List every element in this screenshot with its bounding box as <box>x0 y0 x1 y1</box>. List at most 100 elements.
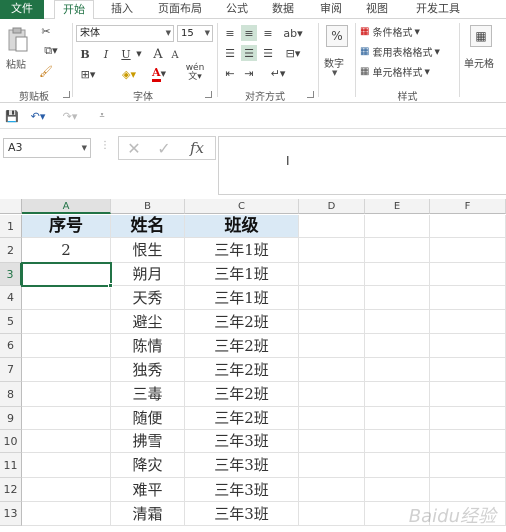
cell-f3[interactable] <box>430 263 506 286</box>
cell-f9[interactable] <box>430 407 506 430</box>
cell-c12[interactable]: 三年3班 <box>185 478 299 502</box>
italic-button[interactable]: I <box>98 45 114 63</box>
cell-d3[interactable] <box>299 263 365 286</box>
save-icon[interactable]: 💾 <box>4 108 20 124</box>
fill-color-icon[interactable]: ◈▾ <box>116 65 142 83</box>
cell-e4[interactable] <box>365 286 430 310</box>
cell-b8[interactable]: 三毒 <box>111 382 185 407</box>
number-group-label[interactable]: 数字 <box>324 55 344 70</box>
cell-f8[interactable] <box>430 382 506 407</box>
cell-d6[interactable] <box>299 334 365 358</box>
row-header-9[interactable]: 9 <box>0 407 22 430</box>
cell-f5[interactable] <box>430 310 506 334</box>
cell-c5[interactable]: 三年2班 <box>185 310 299 334</box>
bold-button[interactable]: B <box>76 45 94 63</box>
merge-cells-icon[interactable]: ⊟▾ <box>282 45 304 61</box>
tab-view[interactable]: 视图 <box>360 0 394 19</box>
font-color-button[interactable]: A ▼ <box>146 65 172 83</box>
chevron-down-icon[interactable]: ▼ <box>134 45 144 63</box>
cells-group-button[interactable]: 单元格 <box>464 55 494 70</box>
cell-d13[interactable] <box>299 502 365 526</box>
underline-button[interactable]: U <box>118 45 134 63</box>
cut-icon[interactable]: ✂ <box>38 23 54 39</box>
cell-a13[interactable] <box>22 502 111 526</box>
select-all-button[interactable] <box>0 199 22 214</box>
cell-e8[interactable] <box>365 382 430 407</box>
cell-f12[interactable] <box>430 478 506 502</box>
number-format-button[interactable]: % <box>326 25 348 47</box>
cell-f11[interactable] <box>430 453 506 478</box>
cell-d12[interactable] <box>299 478 365 502</box>
cell-e7[interactable] <box>365 358 430 382</box>
align-bottom-icon[interactable]: ≡ <box>260 25 276 41</box>
cell-e11[interactable] <box>365 453 430 478</box>
cell-a11[interactable] <box>22 453 111 478</box>
cell-b9[interactable]: 随便 <box>111 407 185 430</box>
tab-insert[interactable]: 插入 <box>104 0 140 19</box>
cell-a2[interactable]: 2 <box>22 238 111 263</box>
borders-icon[interactable]: ⊞▾ <box>76 65 100 83</box>
cell-d7[interactable] <box>299 358 365 382</box>
cell-b12[interactable]: 难平 <box>111 478 185 502</box>
cell-d9[interactable] <box>299 407 365 430</box>
cell-e12[interactable] <box>365 478 430 502</box>
cell-b6[interactable]: 陈情 <box>111 334 185 358</box>
row-header-5[interactable]: 5 <box>0 310 22 334</box>
paste-button[interactable]: 粘贴 <box>6 56 26 71</box>
row-header-12[interactable]: 12 <box>0 478 22 502</box>
cell-a6[interactable] <box>22 334 111 358</box>
column-header-f[interactable]: F <box>430 199 506 214</box>
cell-d5[interactable] <box>299 310 365 334</box>
column-header-a[interactable]: A <box>22 199 111 214</box>
undo-icon[interactable]: ↶▾ <box>26 108 50 124</box>
row-header-13[interactable]: 13 <box>0 502 22 526</box>
cell-c3[interactable]: 三年1班 <box>185 263 299 286</box>
customize-toolbar-icon[interactable]: ⩡ <box>96 108 108 124</box>
cell-a5[interactable] <box>22 310 111 334</box>
cell-a12[interactable] <box>22 478 111 502</box>
row-header-4[interactable]: 4 <box>0 286 22 310</box>
cell-a9[interactable] <box>22 407 111 430</box>
cell-a4[interactable] <box>22 286 111 310</box>
font-launcher-icon[interactable] <box>205 91 212 98</box>
align-center-icon[interactable]: ☰ <box>241 45 257 61</box>
cell-e10[interactable] <box>365 430 430 453</box>
cell-c1[interactable]: 班级 <box>185 215 299 238</box>
cancel-icon[interactable]: ✕ <box>123 139 145 158</box>
phonetic-button[interactable]: wén 文▾ <box>180 63 210 83</box>
fill-handle[interactable] <box>108 283 113 288</box>
row-header-8[interactable]: 8 <box>0 382 22 407</box>
insert-function-button[interactable]: fx <box>183 138 211 158</box>
cell-styles-button[interactable]: ▦ 单元格样式 ▼ <box>360 63 455 80</box>
cell-c10[interactable]: 三年3班 <box>185 430 299 453</box>
cell-c9[interactable]: 三年2班 <box>185 407 299 430</box>
formula-input[interactable] <box>218 136 506 195</box>
cell-c4[interactable]: 三年1班 <box>185 286 299 310</box>
cell-c13[interactable]: 三年3班 <box>185 502 299 526</box>
cell-f4[interactable] <box>430 286 506 310</box>
cell-b7[interactable]: 独秀 <box>111 358 185 382</box>
row-header-10[interactable]: 10 <box>0 430 22 453</box>
cell-e1[interactable] <box>365 215 430 238</box>
font-size-select[interactable]: 15 ▼ <box>177 25 213 42</box>
cell-b10[interactable]: 拂雪 <box>111 430 185 453</box>
row-header-6[interactable]: 6 <box>0 334 22 358</box>
row-header-3[interactable]: 3 <box>0 263 22 286</box>
enter-icon[interactable]: ✓ <box>153 139 175 158</box>
cell-f6[interactable] <box>430 334 506 358</box>
worksheet-grid[interactable]: ABCDEF 1 2 3 4 5 6 7 8 9 10 11 12 13 序号 姓名 班级 2 恨生 三年1班 朔月… <box>0 199 506 532</box>
cell-d2[interactable] <box>299 238 365 263</box>
cell-b3[interactable]: 朔月 <box>111 263 185 286</box>
cell-d4[interactable] <box>299 286 365 310</box>
copy-icon[interactable]: ⧉▾ <box>38 43 64 59</box>
redo-icon[interactable]: ↷▾ <box>58 108 82 124</box>
cell-b1[interactable]: 姓名 <box>111 215 185 238</box>
align-right-icon[interactable]: ☰ <box>260 45 276 61</box>
tab-home[interactable]: 开始 <box>54 0 94 20</box>
tab-review[interactable]: 审阅 <box>314 0 348 19</box>
name-box[interactable]: A3 ▼ <box>3 138 91 158</box>
cell-f2[interactable] <box>430 238 506 263</box>
cell-d8[interactable] <box>299 382 365 407</box>
cell-a8[interactable] <box>22 382 111 407</box>
shrink-font-button[interactable]: A <box>168 47 182 63</box>
